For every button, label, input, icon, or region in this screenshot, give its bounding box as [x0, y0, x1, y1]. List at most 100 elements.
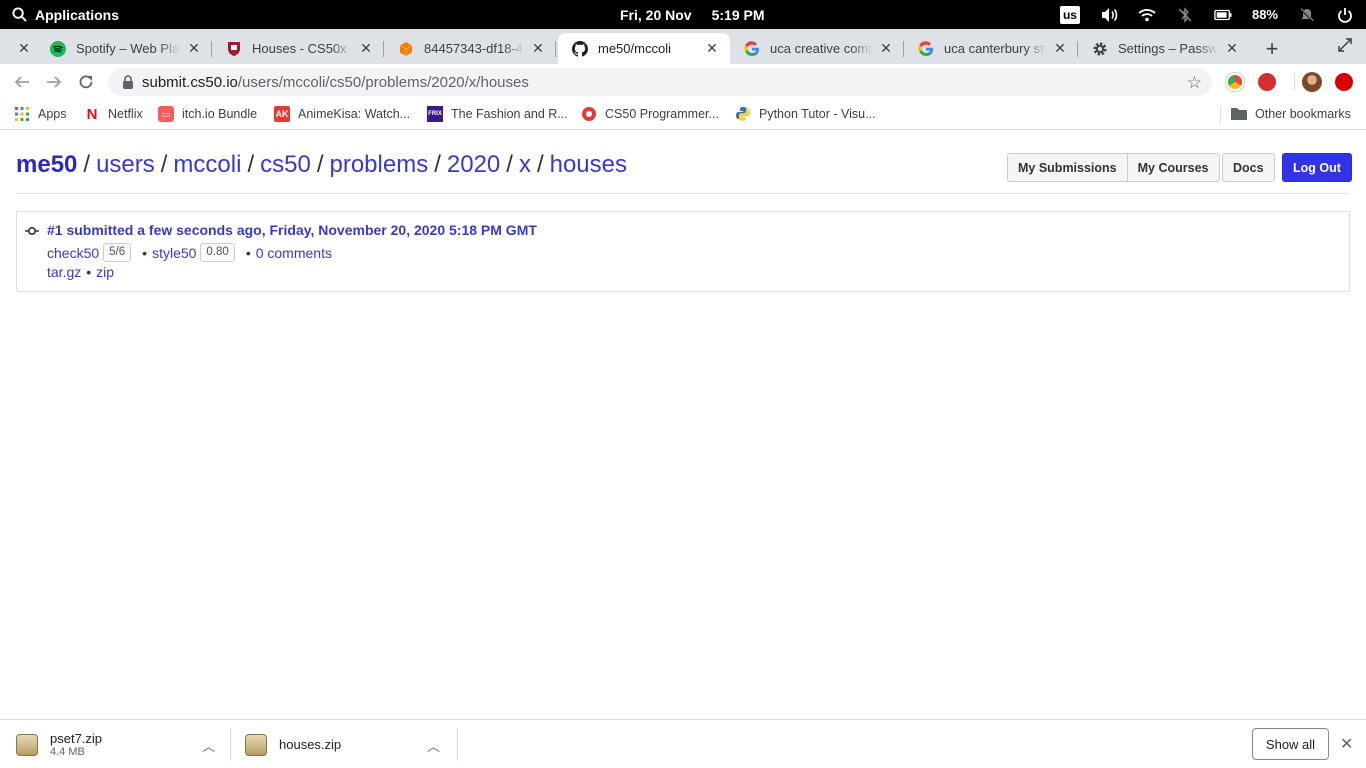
forward-arrow-icon[interactable] — [44, 72, 64, 92]
url-host: submit.cs50.io — [142, 73, 238, 91]
bookmark-label: Python Tutor - Visu... — [759, 107, 876, 121]
check50-score-badge: 5/6 — [103, 243, 132, 262]
breadcrumb-me50[interactable]: me50 — [16, 151, 77, 178]
address-bar[interactable]: submit.cs50.io/users/mccoli/cs50/problem… — [108, 68, 1212, 96]
power-icon[interactable] — [1336, 6, 1354, 24]
bookmark-star-icon[interactable]: ☆ — [1187, 73, 1202, 93]
itchio-icon: ▭ — [158, 106, 174, 122]
bookmarks-divider — [1220, 106, 1221, 124]
download-item-pset7[interactable]: pset7.zip 4.4 MB ︿ — [16, 720, 228, 768]
python-icon — [735, 106, 751, 122]
tab-google-uca-canterbury[interactable]: uca canterbury student ✕ — [904, 33, 1078, 64]
targz-link[interactable]: tar.gz — [47, 264, 81, 280]
applications-menu[interactable]: Applications — [12, 0, 119, 29]
breadcrumb-separator: / — [83, 151, 91, 178]
show-all-button[interactable]: Show all — [1252, 728, 1329, 760]
animekisa-icon: AK — [274, 106, 290, 122]
chevron-up-icon[interactable]: ︿ — [427, 736, 440, 755]
search-icon — [12, 7, 27, 22]
tab-title: Settings – Passwords — [1118, 41, 1218, 56]
docs-group: Docs — [1222, 153, 1275, 182]
page-content: me50/users / mccoli / cs50/problems/2020/x / h… — [0, 131, 1366, 719]
notifications-off-icon[interactable] — [1298, 6, 1316, 24]
tab-settings-passwords[interactable]: Settings – Passwords ✕ — [1078, 33, 1250, 64]
close-icon[interactable]: ✕ — [878, 40, 894, 57]
style50-link[interactable]: style50 — [152, 245, 196, 261]
profile-avatar[interactable] — [1302, 72, 1322, 92]
clock[interactable]: Fri, 20 Nov 5:19 PM — [620, 0, 765, 29]
new-tab-plus-icon[interactable]: + — [1262, 36, 1282, 62]
close-icon[interactable]: ✕ — [358, 40, 374, 57]
close-icon[interactable]: ✕ — [1224, 40, 1240, 57]
bookmark-fashion[interactable]: FRIX The Fashion and R... — [427, 106, 568, 122]
volume-icon[interactable] — [1100, 6, 1118, 24]
google-icon — [744, 40, 760, 57]
netflix-icon: N — [86, 105, 98, 123]
submission-downloads-row: tar.gz • zip — [47, 264, 114, 280]
close-icon[interactable]: ✕ — [530, 40, 546, 57]
breadcrumb-houses[interactable]: houses — [550, 151, 627, 178]
bookmark-label: The Fashion and R... — [451, 107, 568, 121]
bookmark-python-tutor[interactable]: Python Tutor - Visu... — [735, 106, 876, 122]
bookmark-netflix[interactable]: N Netflix — [84, 105, 143, 123]
tab-title: uca creative computing — [770, 41, 872, 56]
update-arrow-icon[interactable] — [1335, 73, 1353, 91]
chevron-up-icon[interactable]: ︿ — [202, 736, 215, 755]
bullet-separator: • — [86, 264, 92, 280]
log-out-button[interactable]: Log Out — [1282, 153, 1352, 182]
url-text[interactable]: submit.cs50.io/users/mccoli/cs50/problem… — [142, 74, 529, 91]
breadcrumb-2020[interactable]: 2020 — [447, 151, 500, 178]
download-filename: pset7.zip — [50, 731, 103, 746]
close-icon[interactable]: ✕ — [1340, 734, 1353, 754]
tab-google-uca-creative[interactable]: uca creative computing ✕ — [730, 33, 904, 64]
tab-close-partial[interactable]: ✕ — [0, 33, 36, 64]
breadcrumb-separator: / — [434, 151, 441, 178]
other-bookmarks[interactable]: Other bookmarks — [1231, 106, 1351, 122]
bookmark-label: CS50 Programmer... — [605, 107, 719, 121]
submission-checks-row: check50 5/6 • style50 0.80 • 0 comments — [47, 243, 332, 262]
lock-icon[interactable] — [122, 75, 134, 89]
wifi-icon[interactable] — [1138, 6, 1156, 24]
close-icon[interactable]: ✕ — [704, 40, 720, 57]
breadcrumb-problems[interactable]: problems — [329, 151, 428, 178]
comments-link[interactable]: 0 comments — [256, 245, 332, 261]
submission-title-link[interactable]: #1 submitted a few seconds ago, Friday, … — [47, 222, 537, 238]
breadcrumb-separator: / — [160, 151, 168, 178]
download-item-houses[interactable]: houses.zip ︿ — [245, 720, 457, 768]
window-resize-icon[interactable] — [1338, 38, 1352, 55]
chrome-extension-icon[interactable] — [1226, 73, 1244, 91]
bookmark-apps[interactable]: Apps — [14, 106, 67, 122]
my-submissions-button[interactable]: My Submissions — [1007, 153, 1128, 182]
nav-button-group: My Submissions My Courses — [1007, 153, 1220, 182]
bookmarks-bar: Apps N Netflix ▭ itch.io Bundle AK Anime… — [0, 100, 1366, 130]
adblock-hand-icon[interactable] — [1258, 73, 1276, 91]
keyboard-layout-badge[interactable]: us — [1059, 5, 1080, 24]
reload-icon[interactable] — [76, 72, 96, 92]
bookmark-itchio[interactable]: ▭ itch.io Bundle — [158, 106, 257, 122]
tab-title: Houses - CS50x — [252, 41, 347, 56]
breadcrumb-mccoli[interactable]: mccoli — [173, 151, 241, 178]
tab-spotify[interactable]: Spotify – Web Player ✕ — [36, 33, 212, 64]
breadcrumb-cs50[interactable]: cs50 — [260, 151, 311, 178]
github-icon — [572, 40, 588, 57]
bluetooth-off-icon[interactable] — [1176, 6, 1194, 24]
tab-file-id[interactable]: 84457343-df18-48e ✕ — [384, 33, 556, 64]
breadcrumb-x[interactable]: x — [519, 151, 531, 178]
close-icon[interactable]: ✕ — [186, 40, 202, 57]
close-icon[interactable]: ✕ — [1052, 40, 1068, 57]
close-icon[interactable]: ✕ — [16, 40, 32, 57]
check50-link[interactable]: check50 — [47, 245, 99, 261]
bookmark-cs50[interactable]: CS50 Programmer... — [581, 106, 719, 122]
zip-link[interactable]: zip — [96, 264, 114, 280]
breadcrumb-users[interactable]: users — [96, 151, 155, 178]
my-courses-button[interactable]: My Courses — [1127, 153, 1220, 182]
docs-button[interactable]: Docs — [1222, 153, 1275, 182]
battery-icon[interactable] — [1214, 6, 1232, 24]
tab-houses-cs50x[interactable]: Houses - CS50x ✕ — [212, 33, 384, 64]
tab-me50-active[interactable]: me50/mccoli ✕ — [558, 33, 730, 64]
bookmark-animekisa[interactable]: AK AnimeKisa: Watch... — [274, 106, 410, 122]
back-arrow-icon[interactable] — [12, 72, 32, 92]
breadcrumb-separator: / — [506, 151, 513, 178]
harvard-shield-icon — [226, 41, 242, 57]
cs50-icon — [581, 106, 597, 122]
